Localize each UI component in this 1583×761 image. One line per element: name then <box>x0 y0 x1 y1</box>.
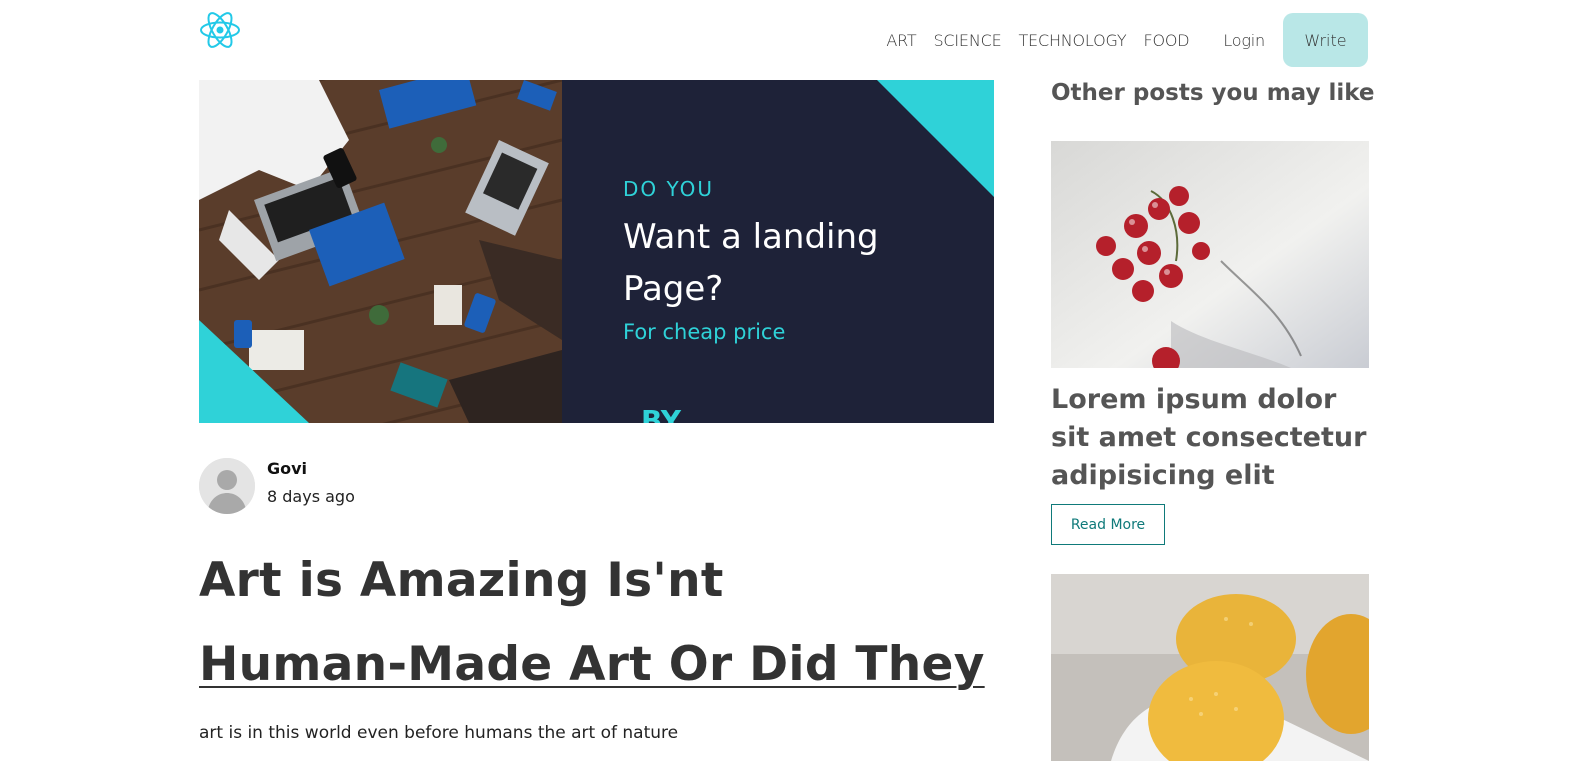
post-body: art is in this world even before humans … <box>199 723 679 743</box>
post-title: Art is Amazing Is'nt <box>199 553 724 608</box>
hero-kicker: DO YOU <box>623 177 714 201</box>
sidebar-title: Other posts you may like <box>1051 80 1375 106</box>
hero-headline-line1: Want a landing <box>623 217 879 257</box>
sidebar-post-image[interactable] <box>1051 141 1369 368</box>
login-link[interactable]: Login <box>1223 31 1265 50</box>
write-button[interactable]: Write <box>1283 13 1368 67</box>
nav-link-science[interactable]: SCIENCE <box>933 31 1001 50</box>
nav-links: ART SCIENCE TECHNOLOGY FOOD Login Write <box>869 13 1368 67</box>
author-name: Govi <box>267 459 308 478</box>
sidebar-post-title[interactable]: Lorem ipsum dolor sit amet consectetur a… <box>1051 381 1371 495</box>
hero-headline-line2: Page? <box>623 269 723 309</box>
nav-link-food[interactable]: FOOD <box>1143 31 1189 50</box>
navbar: ART SCIENCE TECHNOLOGY FOOD Login Write <box>0 0 1583 80</box>
author-block: Govi 8 days ago <box>199 458 355 514</box>
hero-subline: For cheap price <box>623 320 785 344</box>
nav-link-art[interactable]: ART <box>886 31 916 50</box>
sidebar-post-image-2[interactable] <box>1051 574 1369 761</box>
avatar <box>199 458 255 514</box>
nav-link-technology[interactable]: TECHNOLOGY <box>1018 31 1126 50</box>
author-info: Govi 8 days ago <box>267 458 355 514</box>
hero-footer-fragment: BY <box>641 404 682 423</box>
post-heading: Human-Made Art Or Did They <box>199 637 985 692</box>
post-hero-image: DO YOU Want a landing Page? For cheap pr… <box>199 80 994 423</box>
react-logo-icon[interactable] <box>199 10 241 50</box>
read-more-button[interactable]: Read More <box>1051 504 1165 545</box>
post-date: 8 days ago <box>267 487 355 506</box>
